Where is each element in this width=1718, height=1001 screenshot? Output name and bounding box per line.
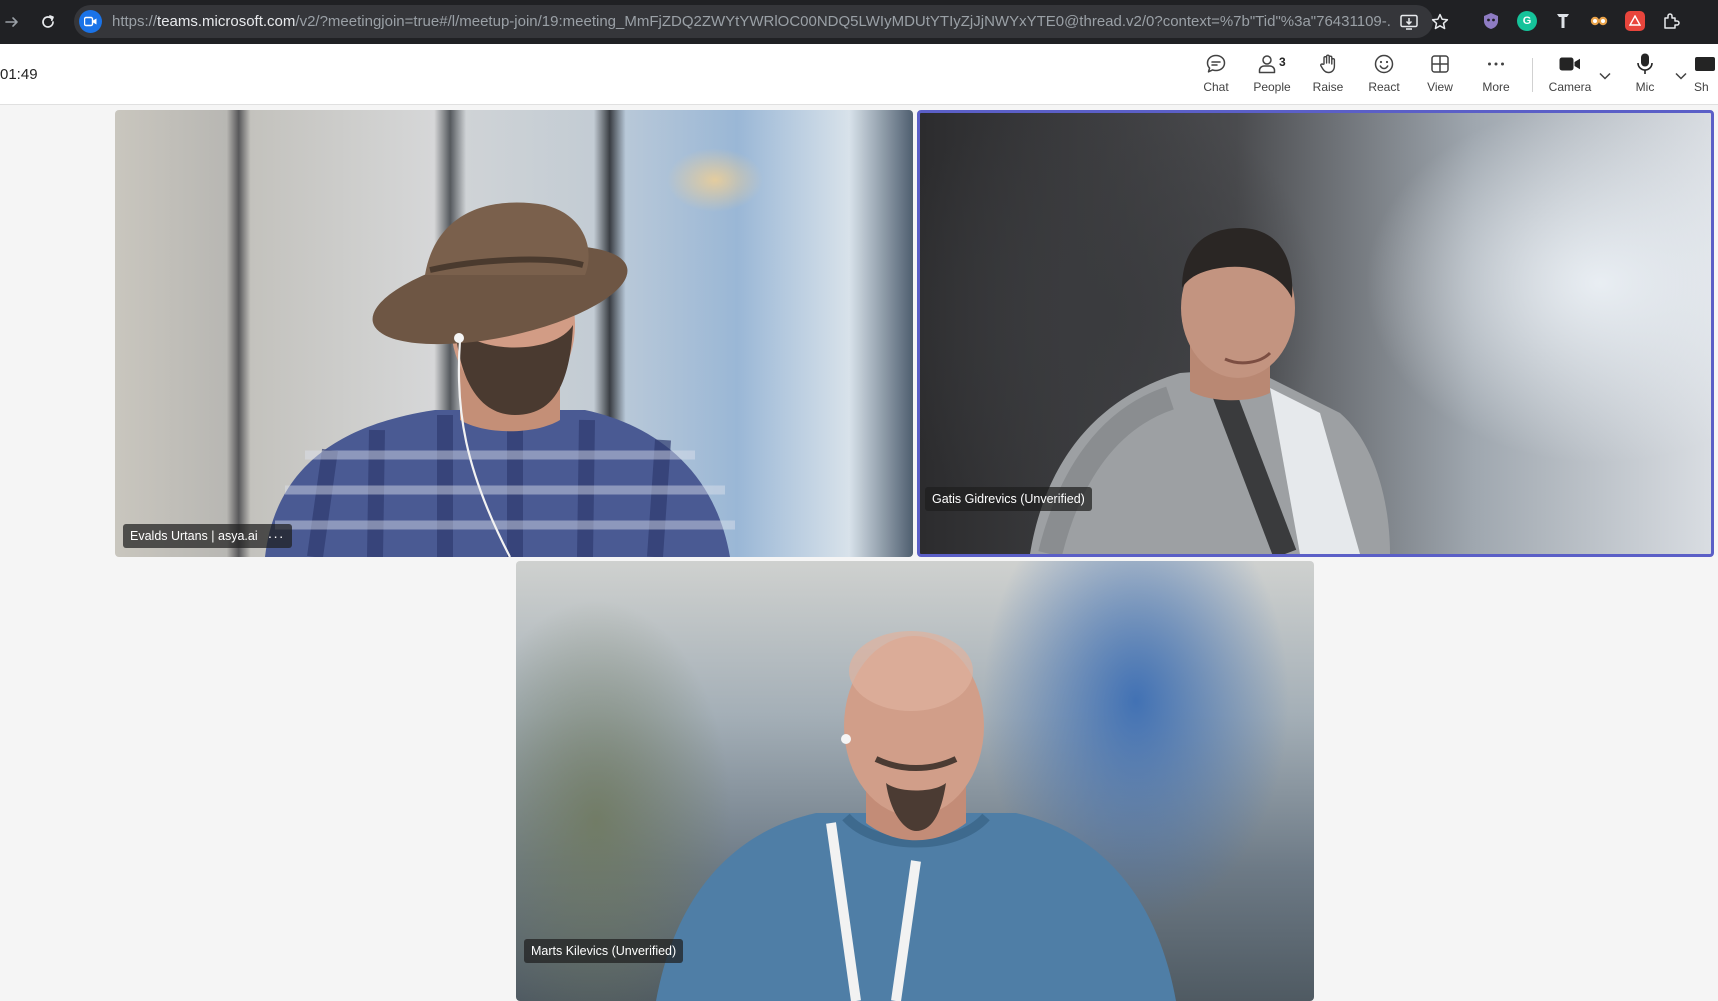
meeting-timer: 01:49: [0, 66, 38, 83]
url-host: teams.microsoft.com: [157, 13, 296, 30]
share-label: Sh: [1694, 80, 1709, 94]
view-label: View: [1427, 80, 1453, 94]
more-horizontal-icon: [1488, 62, 1504, 66]
participant-name-tag[interactable]: Evalds Urtans | asya.ai ···: [123, 524, 292, 548]
people-count: 3: [1279, 55, 1286, 69]
grid-view-icon: [1431, 55, 1449, 73]
share-button[interactable]: Sh: [1694, 50, 1718, 100]
extension-red-icon[interactable]: [1625, 11, 1645, 31]
extension-shield-icon[interactable]: [1481, 11, 1501, 31]
extension-t-icon[interactable]: [1553, 11, 1573, 31]
forward-button[interactable]: [0, 8, 24, 36]
reload-icon: [42, 15, 54, 28]
microphone-icon: [1637, 53, 1653, 74]
chat-icon: [1206, 54, 1226, 73]
camera-icon: [1559, 57, 1580, 71]
camera-button[interactable]: Camera: [1542, 50, 1598, 100]
view-button[interactable]: View: [1413, 50, 1467, 100]
mic-button[interactable]: Mic: [1618, 50, 1672, 100]
teams-video-icon: [84, 16, 97, 27]
url-text[interactable]: https://teams.microsoft.com/v2/?meetingj…: [112, 5, 1392, 38]
install-app-icon: [1400, 14, 1418, 30]
meeting-header: 01:49 Chat 3 People Raise React View Mor…: [0, 44, 1718, 105]
participant-name: Marts Kilevics (Unverified): [531, 944, 677, 958]
participant-name: Evalds Urtans | asya.ai: [130, 529, 258, 543]
camera-label: Camera: [1548, 80, 1592, 94]
bookmark-button[interactable]: [1430, 12, 1450, 32]
chevron-down-icon: [1599, 72, 1611, 80]
url-scheme: https://: [112, 13, 158, 30]
participant-options-icon[interactable]: ···: [268, 524, 285, 548]
url-path: /v2/?meetingjoin=true#/l/meetup-join/19:…: [295, 13, 1392, 30]
site-info-button[interactable]: [79, 10, 102, 33]
people-button[interactable]: 3 People: [1245, 50, 1299, 100]
people-icon: [1258, 55, 1276, 74]
participant-name-tag[interactable]: Marts Kilevics (Unverified): [524, 939, 684, 963]
participant-name: Gatis Gidrevics (Unverified): [932, 492, 1085, 506]
participant-video-evalds: [265, 202, 735, 557]
address-bar[interactable]: https://teams.microsoft.com/v2/?meetingj…: [74, 5, 1433, 38]
browser-toolbar: https://teams.microsoft.com/v2/?meetingj…: [0, 0, 1718, 44]
video-tile-gatis[interactable]: Gatis Gidrevics (Unverified): [917, 110, 1714, 557]
chat-label: Chat: [1203, 80, 1229, 94]
toolbar-divider: [1532, 58, 1533, 92]
react-button[interactable]: React: [1357, 50, 1411, 100]
emoji-smile-icon: [1374, 54, 1394, 74]
react-label: React: [1368, 80, 1400, 94]
extensions-puzzle-icon[interactable]: [1661, 11, 1681, 31]
people-label: People: [1253, 80, 1291, 94]
star-icon: [1431, 13, 1449, 30]
participant-video-marts: [656, 631, 1176, 1001]
camera-options-button[interactable]: [1597, 68, 1613, 84]
raise-label: Raise: [1312, 80, 1344, 94]
raise-hand-button[interactable]: Raise: [1301, 50, 1355, 100]
raise-hand-icon: [1320, 54, 1336, 74]
video-tile-evalds[interactable]: Evalds Urtans | asya.ai ···: [115, 110, 913, 557]
extension-eyes-icon[interactable]: [1589, 11, 1609, 31]
arrow-right-icon: [5, 17, 18, 27]
share-screen-icon: [1695, 57, 1715, 71]
mic-label: Mic: [1635, 80, 1655, 94]
mic-options-button[interactable]: [1673, 68, 1689, 84]
participant-name-tag[interactable]: Gatis Gidrevics (Unverified): [925, 487, 1092, 511]
install-app-button[interactable]: [1399, 12, 1419, 32]
chat-button[interactable]: Chat: [1189, 50, 1243, 100]
chevron-down-icon: [1675, 72, 1687, 80]
video-tile-marts[interactable]: Marts Kilevics (Unverified): [516, 561, 1314, 1001]
more-button[interactable]: More: [1469, 50, 1523, 100]
extension-grammar-icon[interactable]: G: [1517, 11, 1537, 31]
more-label: More: [1482, 80, 1510, 94]
reload-button[interactable]: [34, 8, 62, 36]
